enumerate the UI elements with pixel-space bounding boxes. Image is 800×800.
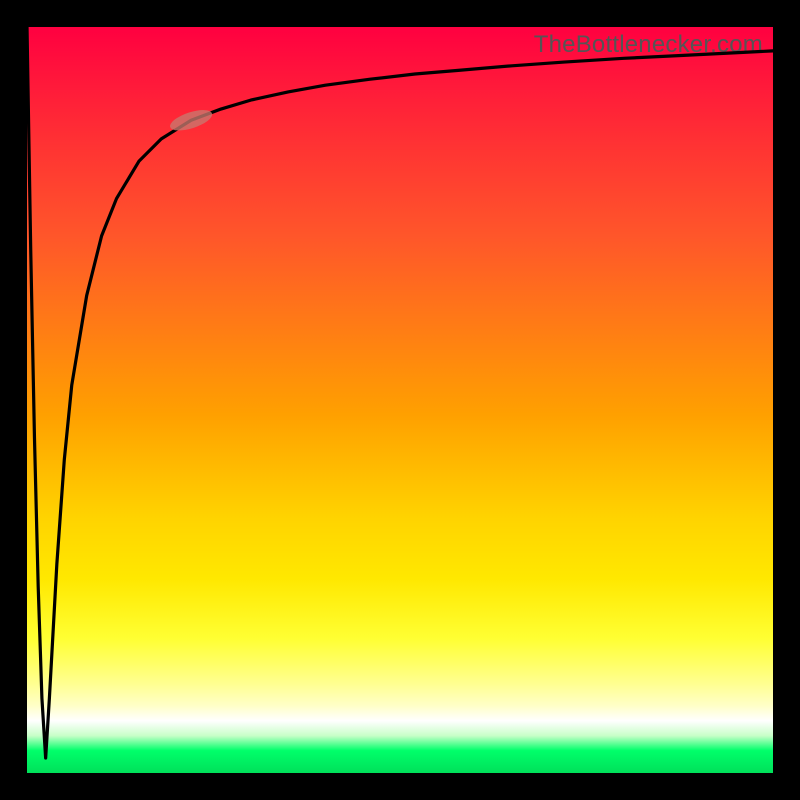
chart-frame: TheBottlenecker.com: [0, 0, 800, 800]
curve-marker: [168, 106, 215, 135]
plot-area: TheBottlenecker.com: [27, 27, 773, 773]
attribution-label: TheBottlenecker.com: [534, 31, 763, 59]
curve-layer: [27, 27, 773, 773]
bottleneck-curve: [27, 27, 773, 758]
